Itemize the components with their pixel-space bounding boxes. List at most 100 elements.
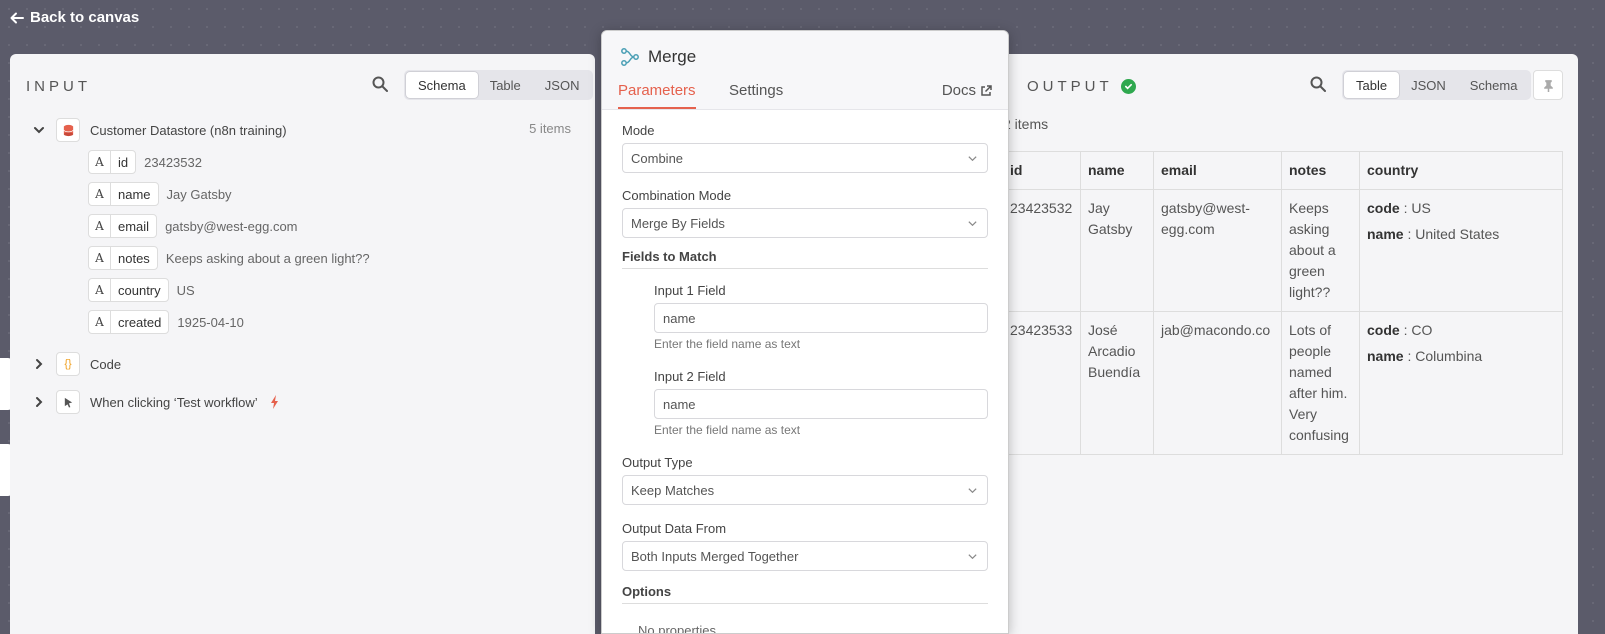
combination-mode-value: Merge By Fields	[631, 215, 725, 231]
input-node-label: When clicking ‘Test workflow’	[90, 394, 258, 410]
output-panel: OUTPUT Table JSON Schema 2 items id name…	[980, 54, 1578, 634]
pin-data-button[interactable]	[1533, 70, 1563, 100]
chevron-down-icon[interactable]	[32, 123, 46, 137]
input-search-icon[interactable]	[372, 76, 390, 94]
schema-field: Aemail gatsby@west-egg.com	[88, 214, 298, 238]
schema-field-key[interactable]: name	[111, 183, 158, 205]
country-code: code : US	[1367, 200, 1431, 216]
docs-label: Docs	[941, 82, 976, 99]
input-node-manual-trigger[interactable]: When clicking ‘Test workflow’	[32, 390, 280, 414]
output-tab-json[interactable]: JSON	[1399, 72, 1458, 98]
chevron-down-icon	[968, 554, 977, 560]
back-to-canvas-link[interactable]: Back to canvas	[10, 9, 139, 26]
arrow-left-icon	[10, 12, 24, 23]
output-item-count: 2 items	[1003, 116, 1049, 132]
output-tab-schema[interactable]: Schema	[1458, 72, 1530, 98]
table-cell: Jay Gatsby	[1080, 189, 1154, 312]
column-header: id	[1002, 151, 1081, 190]
merge-node-panel: Merge Parameters Settings Docs Mode Comb…	[601, 30, 1009, 634]
table-cell: gatsby@west-egg.com	[1153, 189, 1282, 312]
back-to-canvas-label: Back to canvas	[30, 9, 140, 26]
fields-to-match-label: Fields to Match	[622, 249, 717, 264]
section-divider	[622, 603, 988, 604]
input-tab-schema[interactable]: Schema	[406, 72, 478, 98]
output-data-from-label: Output Data From	[622, 521, 727, 536]
value-label: United States	[1415, 226, 1500, 242]
output-title-label: OUTPUT	[1027, 78, 1113, 95]
combination-mode-select[interactable]: Merge By Fields	[622, 208, 988, 238]
schema-field-key[interactable]: email	[111, 215, 156, 237]
output-data-from-select[interactable]: Both Inputs Merged Together	[622, 541, 988, 571]
schema-field-value: US	[176, 282, 195, 298]
string-type-icon: A	[89, 151, 111, 173]
table-cell-country: code : CO name : Columbina	[1359, 311, 1563, 455]
table-cell-country: code : US name : United States	[1359, 189, 1563, 312]
pin-icon	[1543, 79, 1553, 92]
input2-field-input[interactable]	[654, 389, 988, 419]
input-tab-json[interactable]: JSON	[533, 72, 592, 98]
success-check-icon	[1120, 79, 1136, 94]
string-type-icon: A	[89, 247, 111, 269]
input-node-customer-datastore[interactable]: Customer Datastore (n8n training)	[32, 118, 287, 142]
section-divider	[622, 268, 988, 269]
country-name: name : United States	[1367, 226, 1500, 242]
tab-settings[interactable]: Settings	[729, 82, 783, 107]
schema-field-key[interactable]: id	[111, 151, 135, 173]
column-header: country	[1359, 151, 1563, 190]
table-row: 23423533 José Arcadio Buendía jab@macond…	[1002, 311, 1563, 455]
input-tab-table[interactable]: Table	[478, 72, 533, 98]
key-label: name	[1367, 348, 1404, 364]
output-tab-table[interactable]: Table	[1344, 72, 1400, 98]
value-label: US	[1411, 200, 1431, 216]
merge-icon	[621, 48, 639, 66]
schema-field: Aname Jay Gatsby	[88, 182, 232, 206]
external-link-icon	[981, 84, 992, 96]
schema-field-value: Keeps asking about a green light??	[165, 250, 370, 266]
input2-field-hint: Enter the field name as text	[654, 423, 801, 437]
schema-field: Acreated 1925-04-10	[88, 310, 244, 334]
mode-select[interactable]: Combine	[622, 143, 988, 173]
table-cell: José Arcadio Buendía	[1080, 311, 1154, 455]
mode-value: Combine	[631, 150, 684, 166]
merge-title-label: Merge	[648, 47, 697, 66]
input-node-code[interactable]: {} Code	[32, 352, 121, 376]
tab-parameters[interactable]: Parameters	[618, 82, 696, 109]
chevron-down-icon	[968, 156, 977, 162]
country-code: code : CO	[1367, 322, 1433, 338]
database-icon	[56, 118, 80, 142]
output-search-icon[interactable]	[1310, 76, 1328, 94]
string-type-icon: A	[89, 279, 111, 301]
chevron-down-icon	[968, 221, 977, 227]
schema-field-value: gatsby@west-egg.com	[165, 218, 298, 234]
string-type-icon: A	[89, 183, 111, 205]
chevron-right-icon[interactable]	[32, 357, 46, 371]
schema-field-value: 23423532	[144, 154, 202, 170]
table-cell: Keeps asking about a green light??	[1281, 189, 1360, 312]
value-label: CO	[1411, 322, 1433, 338]
schema-field-key[interactable]: country	[111, 279, 168, 301]
input1-field-label: Input 1 Field	[654, 283, 726, 298]
output-type-value: Keep Matches	[631, 482, 715, 498]
output-type-select[interactable]: Keep Matches	[622, 475, 988, 505]
schema-field-key[interactable]: created	[111, 311, 168, 333]
table-cell: jab@macondo.co	[1153, 311, 1282, 455]
schema-field-key[interactable]: notes	[111, 247, 157, 269]
schema-field: Aid 23423532	[88, 150, 202, 174]
string-type-icon: A	[89, 215, 111, 237]
schema-field-value: 1925-04-10	[177, 314, 244, 330]
output-data-from-value: Both Inputs Merged Together	[631, 548, 799, 564]
country-name: name : Columbina	[1367, 348, 1483, 364]
merge-title: Merge	[620, 47, 696, 67]
input-panel-title: INPUT	[26, 78, 91, 95]
no-properties-text: No properties	[638, 623, 717, 634]
merge-header: Merge Parameters Settings Docs	[602, 31, 1008, 110]
mode-label: Mode	[622, 123, 655, 138]
combination-mode-label: Combination Mode	[622, 188, 732, 203]
input-node-label: Customer Datastore (n8n training)	[90, 122, 287, 138]
input1-field-input[interactable]	[654, 303, 988, 333]
column-header: notes	[1281, 151, 1360, 190]
input-panel: INPUT Schema Table JSON Customer Datasto…	[10, 54, 595, 634]
docs-link[interactable]: Docs	[942, 82, 992, 99]
key-label: code	[1367, 322, 1400, 338]
chevron-right-icon[interactable]	[32, 395, 46, 409]
